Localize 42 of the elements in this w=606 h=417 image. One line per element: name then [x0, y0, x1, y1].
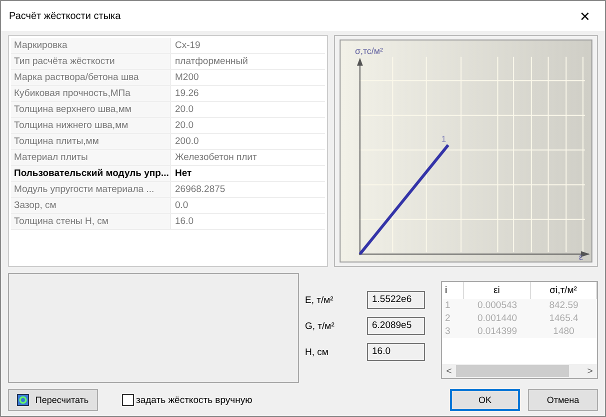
field-label: H, см	[305, 346, 330, 358]
scrollbar-thumb[interactable]	[456, 365, 569, 377]
property-name: Толщина верхнего шва,мм	[11, 102, 171, 117]
property-name: Толщина плиты,мм	[11, 134, 171, 149]
checkbox[interactable]	[122, 394, 134, 406]
value-field[interactable]: 16.0	[367, 343, 425, 361]
property-name: Кубиковая прочность,МПа	[11, 86, 171, 101]
property-name: Материал плиты	[11, 150, 171, 165]
property-name: Модуль упругости материала ...	[11, 182, 171, 197]
table-cell: 0.000543	[464, 299, 530, 313]
property-name: Марка раствора/бетона шва	[11, 70, 171, 85]
value-field[interactable]: 1.5522e6	[367, 291, 425, 309]
property-value[interactable]: Нет	[171, 166, 325, 181]
table-cell: 1	[442, 299, 464, 313]
property-name: Зазор, см	[11, 198, 171, 213]
table-cell: 0.001440	[464, 312, 530, 326]
field-label: G, т/м²	[305, 320, 336, 332]
checkbox-label: задать жёсткость вручную	[136, 394, 252, 406]
table-cell: 3	[442, 325, 464, 339]
property-name: Толщина нижнего шва,мм	[11, 118, 171, 133]
table-cell: 0.014399	[464, 325, 530, 339]
table-cell: 842.59	[530, 299, 597, 313]
scroll-right-arrow[interactable]: >	[583, 366, 597, 376]
point-label: 1	[441, 134, 446, 144]
dialog-button[interactable]: Отмена	[528, 389, 598, 411]
table-cell: 1465.4	[530, 312, 597, 326]
dialog-button[interactable]: OK	[450, 389, 520, 411]
property-name: Маркировка	[11, 38, 171, 53]
table-cell: 2	[442, 312, 464, 326]
property-name: Тип расчёта жёсткости	[11, 54, 171, 69]
horizontal-scrollbar[interactable]: < >	[442, 364, 597, 378]
table-cell: 1480	[530, 325, 597, 339]
property-name: Толщина стены H, см	[11, 214, 171, 229]
property-name: Пользовательский модуль упр...	[11, 166, 171, 181]
x-axis-label: ε	[579, 252, 583, 262]
recalculate-button[interactable]: Пересчитать	[8, 389, 98, 411]
refresh-icon	[17, 394, 30, 406]
scroll-left-arrow[interactable]: <	[442, 366, 456, 376]
value-field[interactable]: 6.2089e5	[367, 317, 425, 335]
field-label: E, т/м²	[305, 294, 334, 306]
window-title: Расчёт жёсткости стыка	[9, 10, 121, 22]
y-axis-label: σ,тс/м²	[355, 46, 383, 56]
